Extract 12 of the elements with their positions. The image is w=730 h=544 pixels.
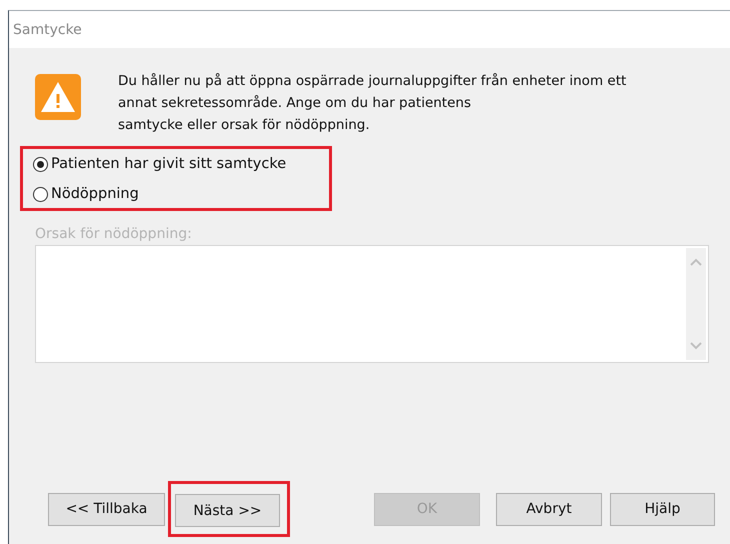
radio-button[interactable] [33, 186, 48, 202]
field-label: Orsak för nödöppning: [35, 226, 193, 242]
warning-icon [35, 74, 81, 120]
dialog-button[interactable]: << Tillbaka [48, 492, 165, 526]
dialog-button[interactable]: Hjälp [610, 492, 715, 526]
warning-message: Du håller nu på att öppna ospärrade journaluppgifter från enheter inom ett annat sekretessområde. Ange om du har patientens samtycke eller orsak för nödöppning. [118, 72, 628, 135]
radio-label[interactable]: Nödöppning [51, 186, 139, 202]
dialog-button[interactable]: Avbryt [496, 492, 602, 526]
radio-label[interactable]: Patienten har givit sitt samtycke [51, 156, 286, 172]
window-title: Samtycke [13, 22, 82, 38]
radio-button[interactable] [33, 156, 48, 172]
dialog-button[interactable]: Nästa >> [175, 494, 280, 527]
